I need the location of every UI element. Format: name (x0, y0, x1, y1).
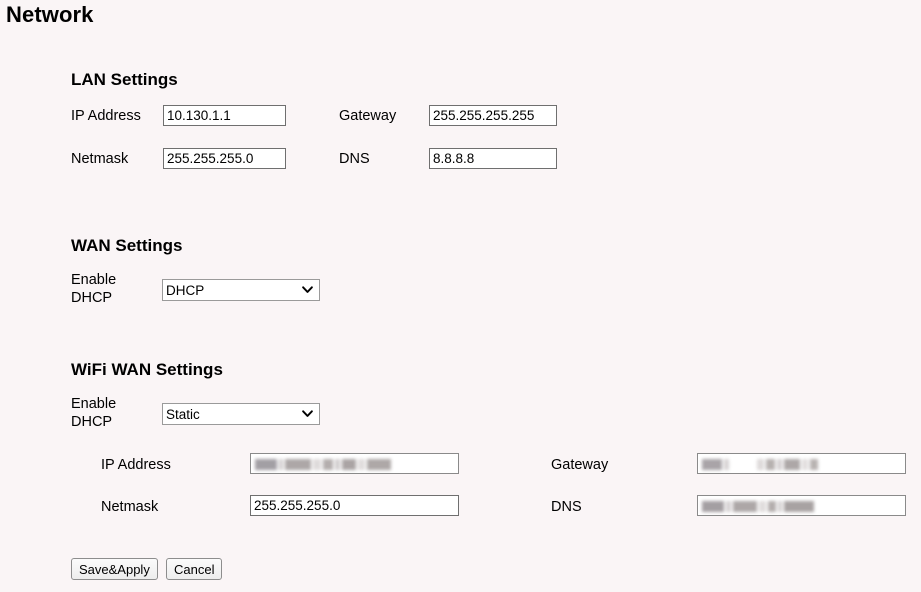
save-apply-button[interactable]: Save&Apply (71, 558, 158, 580)
lan-ip-address-input[interactable] (163, 105, 286, 126)
wan-settings-heading: WAN Settings (71, 236, 183, 255)
wifi-wan-enable-dhcp-select[interactable]: Static (162, 403, 320, 425)
lan-netmask-label: Netmask (71, 151, 129, 167)
wifi-wan-netmask-input[interactable] (250, 495, 459, 516)
lan-ip-address-label: IP Address (71, 108, 141, 124)
lan-dns-input[interactable] (429, 148, 557, 169)
cancel-button[interactable]: Cancel (166, 558, 223, 580)
wan-enable-dhcp-label: Enable DHCP (71, 272, 117, 306)
lan-gateway-input[interactable] (429, 105, 557, 126)
page-title: Network (6, 2, 94, 27)
lan-settings-heading: LAN Settings (71, 70, 178, 89)
wan-enable-dhcp-wrap: DHCP (162, 279, 320, 301)
redacted-value (702, 459, 820, 470)
wifi-wan-netmask-label: Netmask (101, 499, 159, 515)
redacted-value (255, 459, 393, 470)
wifi-wan-ip-address-label: IP Address (101, 457, 171, 473)
wifi-wan-dns-label: DNS (551, 499, 582, 515)
wifi-wan-dns-input[interactable] (697, 495, 906, 516)
wifi-wan-ip-address-input[interactable] (250, 453, 459, 474)
wifi-wan-gateway-label: Gateway (551, 457, 609, 473)
lan-netmask-input[interactable] (163, 148, 286, 169)
wan-enable-dhcp-select[interactable]: DHCP (162, 279, 320, 301)
wifi-wan-settings-heading: WiFi WAN Settings (71, 360, 223, 379)
lan-gateway-label: Gateway (339, 108, 397, 124)
wifi-wan-gateway-input[interactable] (697, 453, 906, 474)
wifi-wan-enable-dhcp-wrap: Static (162, 403, 320, 425)
wifi-wan-enable-dhcp-label: Enable DHCP (71, 396, 117, 430)
lan-dns-label: DNS (339, 151, 370, 167)
redacted-value (702, 501, 816, 512)
